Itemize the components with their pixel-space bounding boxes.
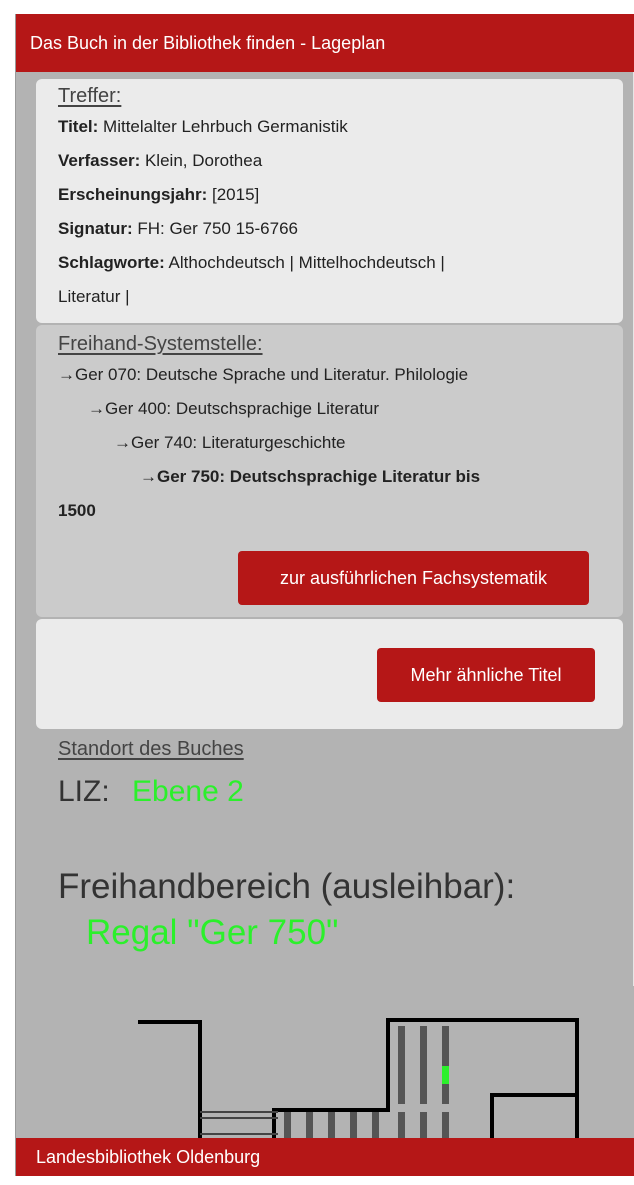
shelf-racks: [284, 1026, 449, 1144]
header-bar: Das Buch in der Bibliothek finden - Lage…: [16, 14, 634, 72]
signature-row: Signatur: FH: Ger 750 15-6766: [58, 212, 601, 246]
similar-titles-button[interactable]: Mehr ähnliche Titel: [377, 648, 595, 702]
system-level-1[interactable]: →Ger 070: Deutsche Sprache und Literatur…: [58, 358, 601, 392]
fachsystematik-button[interactable]: zur ausführlichen Fachsystematik: [238, 551, 589, 605]
area-label: Freihandbereich (ausleihbar):: [58, 867, 516, 906]
footer-text: Landesbibliothek Oldenburg: [36, 1147, 261, 1167]
keywords-value: Althochdeutsch | Mittelhochdeutsch |: [168, 253, 445, 272]
system-level-4: →Ger 750: Deutschsprachige Literatur bis: [140, 467, 481, 486]
title-value: Mittelalter Lehrbuch Germanistik: [103, 117, 348, 136]
location-heading: Standort des Buches: [58, 738, 244, 760]
title-label: Titel:: [58, 117, 99, 136]
building-label: LIZ:: [58, 775, 110, 808]
shelf-value: Regal "Ger 750": [86, 913, 339, 952]
footer-bar: Landesbibliothek Oldenburg: [16, 1138, 634, 1176]
floor-plan-walls: [138, 1018, 579, 1144]
systemstelle-heading: Freihand-Systemstelle:: [58, 333, 263, 355]
author-value: Klein, Dorothea: [144, 151, 263, 170]
system-level-2[interactable]: →Ger 400: Deutschsprachige Literatur: [58, 392, 601, 426]
year-value: [2015]: [212, 185, 260, 204]
location-level: LIZ: Ebene 2: [58, 774, 244, 810]
signature-label: Signatur:: [58, 219, 133, 238]
keywords-value-cont: Literatur |: [58, 287, 130, 306]
floor-plan-shelves: [200, 1111, 278, 1135]
keywords-row: Schlagworte: Althochdeutsch | Mittelhoch…: [58, 246, 601, 280]
result-heading: Treffer:: [58, 85, 122, 107]
system-level-3[interactable]: →Ger 740: Literaturgeschichte: [58, 426, 601, 460]
target-shelf-highlight: [442, 1066, 449, 1084]
keywords-label: Schlagworte:: [58, 253, 165, 272]
title-row: Titel: Mittelalter Lehrbuch Germanistik: [58, 110, 601, 144]
header-title: Das Buch in der Bibliothek finden - Lage…: [30, 33, 386, 53]
systemstelle-card: Freihand-Systemstelle: →Ger 070: Deutsch…: [36, 325, 623, 617]
keywords-row-cont: Literatur |: [58, 280, 601, 314]
floor-plan-map: [138, 1018, 579, 1144]
year-label: Erscheinungsjahr:: [58, 185, 208, 204]
result-card: Treffer: Titel: Mittelalter Lehrbuch Ger…: [36, 79, 623, 323]
similar-card: Mehr ähnliche Titel: [36, 619, 623, 729]
app-frame: Das Buch in der Bibliothek finden - Lage…: [15, 14, 634, 1176]
author-row: Verfasser: Klein, Dorothea: [58, 144, 601, 178]
level-value: Ebene 2: [132, 775, 244, 808]
signature-value: FH: Ger 750 15-6766: [137, 219, 298, 238]
system-level-4-cont: 1500: [58, 501, 96, 520]
year-row: Erscheinungsjahr: [2015]: [58, 178, 601, 212]
author-label: Verfasser:: [58, 151, 141, 170]
